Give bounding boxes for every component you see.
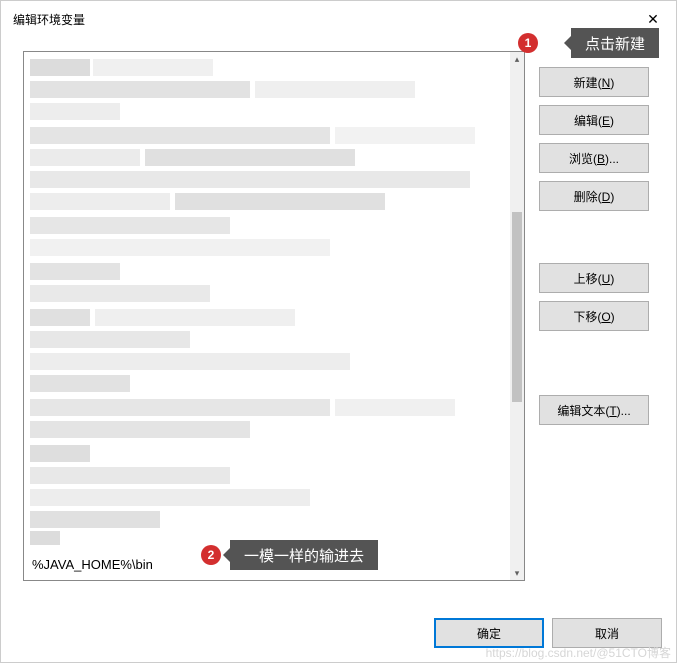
annotation-callout-1: 点击新建: [571, 28, 659, 58]
close-icon: ✕: [647, 11, 659, 28]
annotation-badge-2: 2: [201, 545, 221, 565]
annotation-badge-1: 1: [518, 33, 538, 53]
annotation-callout-2: 一模一样的输进去: [230, 540, 378, 570]
content-area: %JAVA_HOME%\bin ▴ ▾ 新建(N) 编辑(E) 浏览(B)...…: [1, 37, 676, 597]
button-panel: 新建(N) 编辑(E) 浏览(B)... 删除(D) 上移(U) 下移(O) 编…: [539, 51, 649, 597]
path-entry-java-home[interactable]: %JAVA_HOME%\bin: [32, 557, 153, 572]
scroll-thumb[interactable]: [512, 212, 522, 402]
scrollbar[interactable]: ▴ ▾: [510, 52, 524, 580]
edit-button[interactable]: 编辑(E): [539, 105, 649, 135]
new-button[interactable]: 新建(N): [539, 67, 649, 97]
scroll-down-icon[interactable]: ▾: [510, 566, 524, 580]
ok-button[interactable]: 确定: [434, 618, 544, 648]
blurred-content: [25, 53, 510, 540]
movedown-button[interactable]: 下移(O): [539, 301, 649, 331]
scroll-up-icon[interactable]: ▴: [510, 52, 524, 66]
dialog-footer: 确定 取消: [434, 618, 662, 648]
path-listbox[interactable]: %JAVA_HOME%\bin ▴ ▾: [23, 51, 525, 581]
browse-button[interactable]: 浏览(B)...: [539, 143, 649, 173]
moveup-button[interactable]: 上移(U): [539, 263, 649, 293]
cancel-button[interactable]: 取消: [552, 618, 662, 648]
window-title: 编辑环境变量: [13, 11, 85, 28]
edittext-button[interactable]: 编辑文本(T)...: [539, 395, 649, 425]
delete-button[interactable]: 删除(D): [539, 181, 649, 211]
